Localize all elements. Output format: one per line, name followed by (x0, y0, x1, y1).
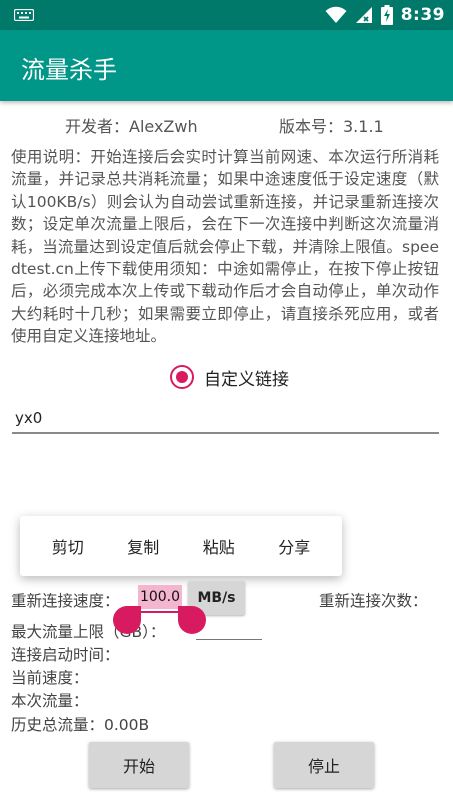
status-time: 8:39 (400, 5, 445, 25)
history-total-label: 历史总流量：0.00B (11, 716, 150, 734)
status-bar: 8:39 (0, 0, 453, 30)
info-row: 开发者：AlexZwh 版本号：3.1.1 (0, 113, 453, 136)
signal-icon (355, 7, 372, 23)
text-selection-menu: 剪切 复制 粘贴 分享 (20, 516, 342, 576)
start-time-label: 连接启动时间： (11, 646, 120, 664)
menu-share[interactable]: 分享 (272, 526, 316, 566)
selection-handle-left[interactable] (113, 606, 141, 634)
custom-link-label: 自定义链接 (204, 369, 289, 390)
radio-checked-dot (176, 371, 188, 383)
app-bar: 流量杀手 (0, 30, 453, 101)
reconnect-count-label: 重新连接次数： (319, 592, 428, 610)
radio-button[interactable] (170, 365, 194, 389)
app-title: 流量杀手 (21, 56, 117, 84)
version-label: 版本号：3.1.1 (279, 117, 384, 136)
keyboard-icon (14, 9, 34, 21)
developer-label: 开发者：AlexZwh (65, 117, 198, 136)
custom-url-input[interactable] (12, 404, 439, 434)
max-flow-label: 最大流量上限（GB）： (11, 623, 166, 641)
battery-icon (380, 5, 393, 25)
current-speed-label: 当前速度： (11, 669, 89, 687)
wifi-icon (325, 6, 347, 23)
speed-input-underline (138, 611, 182, 613)
usage-description: 使用说明：开始连接后会实时计算当前网速、本次运行所消耗流量，并记录总共消耗流量；… (11, 148, 439, 346)
menu-cut[interactable]: 剪切 (46, 526, 90, 566)
stop-button[interactable]: 停止 (274, 742, 374, 788)
reconnect-speed-label: 重新连接速度： (11, 592, 120, 610)
selection-handle-right[interactable] (178, 606, 206, 634)
session-flow-label: 本次流量： (11, 692, 89, 710)
menu-paste[interactable]: 粘贴 (197, 526, 241, 566)
menu-copy[interactable]: 复制 (121, 526, 165, 566)
reconnect-speed-input[interactable] (138, 585, 182, 609)
max-flow-input[interactable] (196, 620, 262, 640)
start-button[interactable]: 开始 (89, 742, 189, 788)
custom-link-radio[interactable]: 自定义链接 (170, 363, 289, 391)
